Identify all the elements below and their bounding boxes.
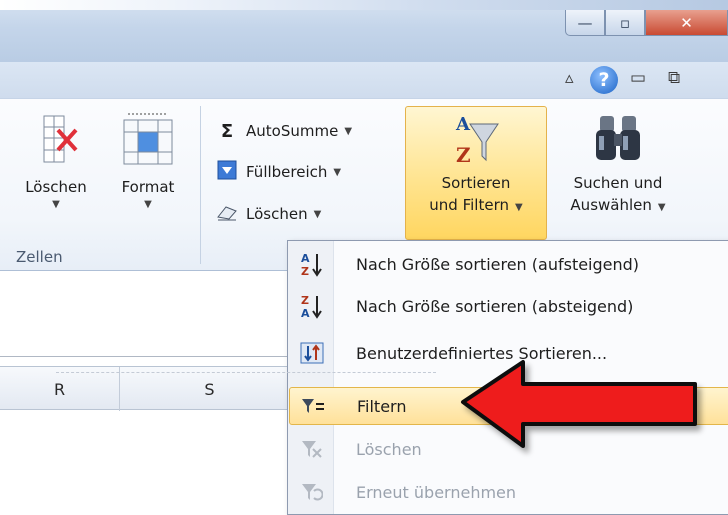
chevron-down-icon: ▼	[515, 202, 523, 213]
column-header-s[interactable]: S	[120, 367, 300, 411]
title-bar-edge	[0, 0, 728, 10]
chevron-down-icon: ▼	[52, 199, 60, 210]
menu-item-label: Nach Größe sortieren (absteigend)	[356, 296, 634, 316]
find-select-label-2: Auswählen ▼	[570, 196, 666, 214]
sort-filter-label-1: Sortieren	[441, 174, 511, 192]
chevron-down-icon: ▼	[313, 208, 322, 220]
chevron-down-icon: ▼	[657, 202, 666, 213]
svg-text:A: A	[301, 252, 310, 265]
svg-text:A: A	[455, 114, 471, 135]
autosum-button[interactable]: Σ AutoSumme ▼	[216, 118, 352, 144]
fill-down-icon	[216, 160, 238, 184]
clear-filter-icon	[289, 439, 334, 459]
menu-item-sort-ascending[interactable]: AZ Nach Größe sortieren (aufsteigend)	[289, 245, 728, 283]
menu-separator	[56, 372, 436, 373]
column-header-r[interactable]: R	[0, 367, 120, 411]
menu-item-sort-descending[interactable]: ZA Nach Größe sortieren (absteigend)	[289, 287, 728, 325]
group-label-zellen: Zellen	[16, 248, 63, 266]
svg-text:A: A	[301, 307, 310, 319]
fill-button[interactable]: Füllbereich ▼	[216, 159, 341, 185]
clear-label: Löschen	[246, 205, 308, 223]
reapply-filter-icon	[289, 482, 334, 502]
find-select-label-1: Suchen und	[573, 174, 663, 192]
svg-text:Z: Z	[301, 265, 309, 277]
help-bar: ▵ ? ▭ ⧉	[0, 62, 728, 98]
delete-cells-icon	[43, 115, 78, 163]
svg-text:Z: Z	[301, 294, 309, 307]
menu-item-label: Filtern	[357, 396, 407, 416]
restore-workbook-icon[interactable]: ⧉	[668, 68, 680, 88]
fill-label: Füllbereich	[246, 163, 328, 181]
eraser-icon	[216, 203, 238, 225]
menu-item-label: Nach Größe sortieren (aufsteigend)	[356, 254, 640, 274]
collapse-ribbon-icon[interactable]: ▵	[565, 68, 574, 88]
menu-item-reapply[interactable]: Erneut übernehmen	[289, 473, 728, 511]
red-arrow-annotation	[461, 360, 697, 448]
menu-item-label: Erneut übernehmen	[356, 482, 517, 502]
sort-filter-label-2: und Filtern ▼	[429, 196, 523, 214]
svg-text:Z: Z	[456, 143, 471, 167]
delete-cells-label: Löschen	[25, 178, 87, 196]
chevron-down-icon: ▼	[144, 199, 152, 210]
format-cells-button[interactable]: Format ▼	[106, 106, 190, 212]
format-cells-label: Format	[121, 178, 175, 196]
help-icon[interactable]: ?	[590, 66, 618, 94]
close-window-button[interactable]: ✕	[645, 10, 728, 36]
find-select-button[interactable]: Suchen und Auswählen ▼	[548, 108, 688, 219]
chevron-down-icon: ▼	[344, 125, 353, 137]
delete-cells-button[interactable]: Löschen ▼	[6, 106, 106, 212]
title-bar: — ▫ ✕	[0, 0, 728, 62]
format-cells-icon	[123, 113, 173, 165]
clear-button[interactable]: Löschen ▼	[216, 201, 321, 227]
filter-icon	[290, 397, 335, 415]
sort-ascending-icon: AZ	[289, 251, 334, 277]
custom-sort-icon	[289, 342, 334, 364]
maximize-window-button[interactable]: ▫	[605, 10, 645, 36]
menu-item-label: Löschen	[356, 439, 422, 459]
sort-filter-button[interactable]: A Z Sortieren und Filtern ▼	[405, 108, 547, 219]
group-separator	[200, 106, 201, 264]
minimize-window-button[interactable]: —	[565, 10, 605, 36]
sort-filter-icon: A Z	[455, 114, 499, 167]
chevron-down-icon: ▼	[333, 166, 342, 178]
autosum-label: AutoSumme	[246, 122, 339, 140]
binoculars-icon	[596, 116, 640, 160]
sigma-icon: Σ	[220, 120, 234, 142]
sort-descending-icon: ZA	[289, 293, 334, 319]
minimize-workbook-icon[interactable]: ▭	[630, 68, 646, 88]
